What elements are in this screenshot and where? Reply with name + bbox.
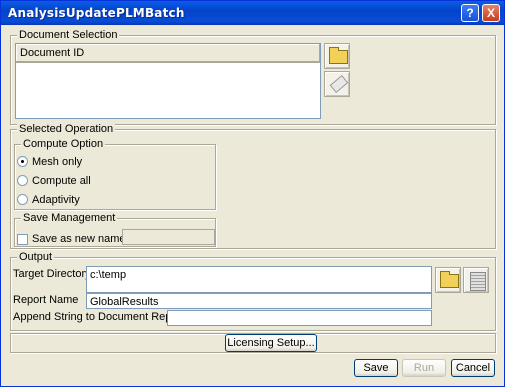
directory-list-button[interactable] [463, 267, 489, 293]
window-title: AnalysisUpdatePLMBatch [8, 6, 185, 20]
selected-operation-legend: Selected Operation [17, 122, 116, 136]
radio-button[interactable] [17, 194, 28, 205]
radio-label: Adaptivity [32, 194, 80, 206]
radio-button[interactable] [17, 156, 28, 167]
report-name-label: Report Name [13, 294, 79, 306]
radio-button[interactable] [17, 175, 28, 186]
clear-document-button[interactable] [324, 71, 350, 97]
run-button[interactable]: Run [402, 359, 446, 377]
browse-document-button[interactable] [324, 43, 350, 69]
document-id-column-header[interactable]: Document ID [16, 44, 320, 63]
save-as-checkbox[interactable] [17, 234, 28, 245]
save-as-name-field[interactable] [122, 229, 215, 245]
report-name-field[interactable]: GlobalResults [86, 293, 432, 309]
title-bar[interactable]: AnalysisUpdatePLMBatch ? X [1, 1, 504, 25]
close-button[interactable]: X [482, 4, 500, 22]
folder-icon [440, 271, 459, 288]
target-directory-field[interactable]: c:\temp [86, 266, 432, 293]
licensing-setup-button[interactable]: Licensing Setup... [225, 334, 317, 352]
folder-icon [329, 47, 348, 64]
eraser-icon [329, 75, 349, 93]
dialog-window: AnalysisUpdatePLMBatch ? X Document Sele… [0, 0, 505, 387]
radio-label: Mesh only [32, 156, 83, 168]
cancel-button[interactable]: Cancel [451, 359, 495, 377]
compute-option-legend: Compute Option [21, 137, 106, 151]
help-button[interactable]: ? [461, 4, 479, 22]
append-string-field[interactable] [167, 310, 432, 326]
document-list[interactable]: Document ID [15, 43, 321, 119]
output-legend: Output [17, 250, 55, 264]
save-button[interactable]: Save [354, 359, 398, 377]
save-management-legend: Save Management [21, 211, 118, 225]
save-as-label: Save as new name: [32, 233, 129, 245]
append-string-label: Append String to Document Report [13, 311, 185, 323]
target-directory-label: Target Directory [13, 268, 91, 280]
document-list-icon [470, 272, 486, 291]
radio-label: Compute all [32, 175, 91, 187]
document-selection-legend: Document Selection [17, 28, 120, 42]
browse-directory-button[interactable] [435, 267, 461, 293]
